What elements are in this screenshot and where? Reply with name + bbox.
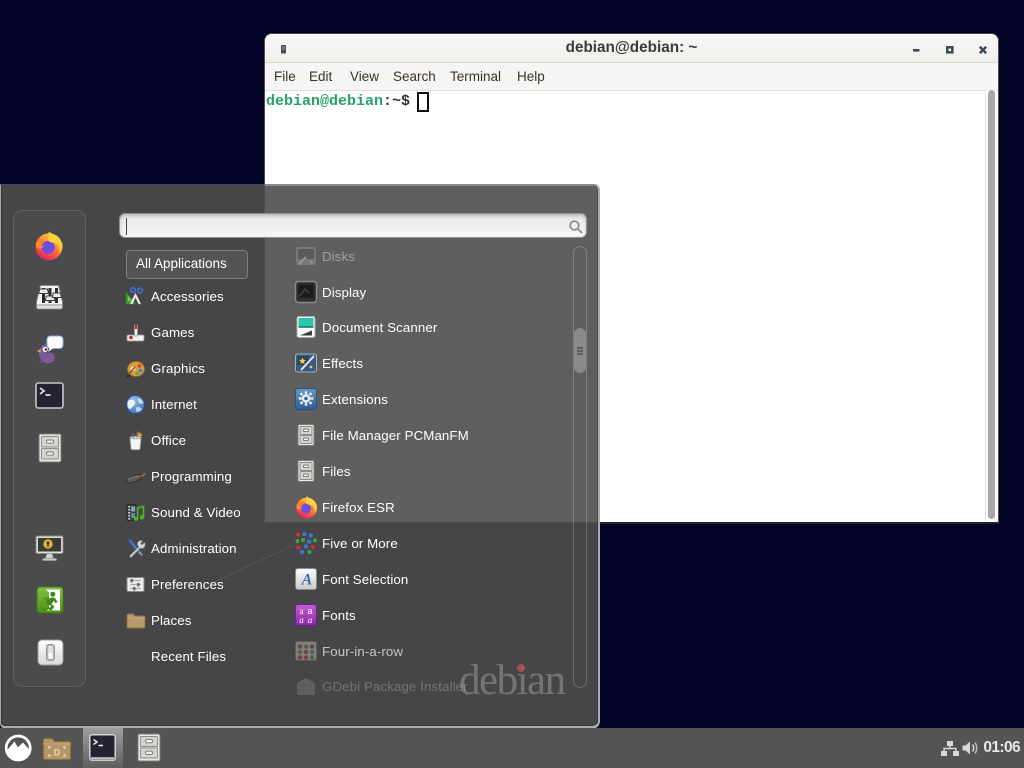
svg-text:A: A bbox=[301, 572, 313, 589]
svg-text:a: a bbox=[308, 615, 313, 625]
svg-text:D: D bbox=[54, 748, 61, 758]
svg-text:a: a bbox=[299, 615, 304, 625]
